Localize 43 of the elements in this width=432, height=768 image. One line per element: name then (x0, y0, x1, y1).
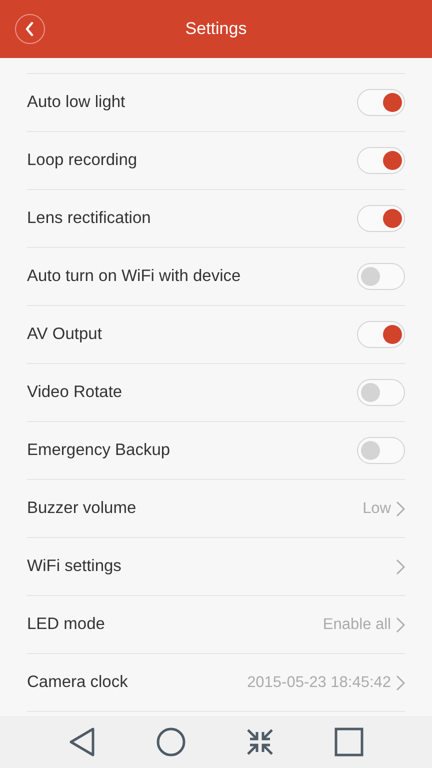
back-triangle-icon[interactable] (68, 727, 96, 757)
setting-label: Lens rectification (27, 209, 151, 228)
setting-label: LED mode (27, 615, 105, 634)
setting-label: Emergency Backup (27, 441, 170, 460)
setting-value: 2015-05-23 18:45:42 (247, 674, 391, 692)
settings-row[interactable]: WiFi settings (27, 538, 405, 596)
chevron-right-icon (396, 674, 405, 690)
settings-row[interactable]: Buzzer volume Low (27, 480, 405, 538)
setting-label: WiFi settings (27, 557, 122, 576)
setting-label: Auto low light (27, 93, 126, 112)
setting-label: Loop recording (27, 151, 138, 170)
settings-row[interactable]: Lens rectification (27, 190, 405, 248)
collapse-arrows-icon[interactable] (246, 728, 274, 756)
chevron-right-icon (396, 500, 405, 516)
settings-row[interactable]: Auto low light (27, 74, 405, 132)
toggle-switch[interactable] (357, 263, 405, 290)
setting-value: Enable all (322, 616, 391, 634)
settings-row[interactable]: AV Output (27, 306, 405, 364)
toggle-switch[interactable] (357, 379, 405, 406)
settings-row[interactable]: Camera clock 2015-05-23 18:45:42 (27, 654, 405, 712)
setting-label: Camera clock (27, 673, 128, 692)
screen-title: Settings (185, 19, 247, 39)
setting-value: Low (362, 500, 391, 518)
settings-row[interactable]: Loop recording (27, 132, 405, 190)
setting-label: Auto turn on WiFi with device (27, 267, 241, 286)
settings-row[interactable]: Video Rotate (27, 364, 405, 422)
back-button[interactable] (15, 14, 45, 44)
toggle-switch[interactable] (357, 89, 405, 116)
setting-label: Video Rotate (27, 383, 122, 402)
square-icon[interactable] (334, 727, 364, 757)
toggle-switch[interactable] (357, 437, 405, 464)
settings-row[interactable]: LED mode Enable all (27, 596, 405, 654)
setting-label: Buzzer volume (27, 499, 136, 518)
toggle-switch[interactable] (357, 205, 405, 232)
toggle-switch[interactable] (357, 321, 405, 348)
chevron-right-icon (396, 616, 405, 632)
setting-label: AV Output (27, 325, 102, 344)
chevron-right-icon (396, 558, 405, 574)
chevron-left-icon (24, 22, 36, 36)
settings-row[interactable]: Emergency Backup (27, 422, 405, 480)
toggle-switch[interactable] (357, 147, 405, 174)
settings-row[interactable]: Auto turn on WiFi with device (27, 248, 405, 306)
home-circle-icon[interactable] (156, 727, 186, 757)
